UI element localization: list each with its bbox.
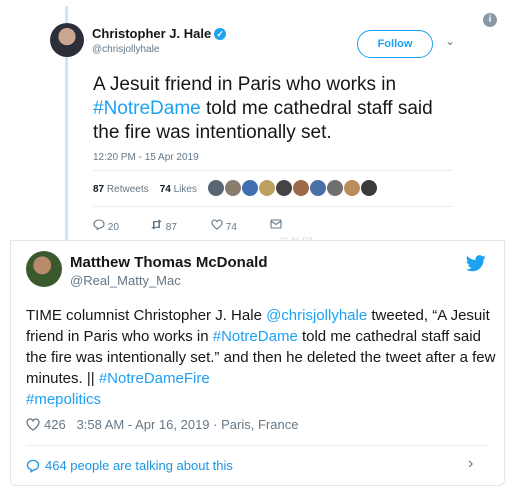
hashtag-link[interactable]: #NotreDame (213, 328, 298, 345)
avatar[interactable] (208, 180, 224, 196)
envelope-icon (270, 219, 282, 229)
divider (26, 445, 489, 446)
tweet-card: Matthew Thomas McDonald @Real_Matty_Mac … (10, 240, 505, 486)
talking-link[interactable]: 464 people are talking about this (26, 458, 233, 473)
tweet-stats: 87 Retweets 74 Likes (93, 184, 197, 195)
verified-badge-icon: ✓ (214, 28, 227, 40)
avatar[interactable] (344, 180, 360, 196)
avatar[interactable] (242, 180, 258, 196)
twitter-bird-icon[interactable] (466, 255, 486, 272)
tweet-meta: 426 3:58 AM - Apr 16, 2019 · Paris, Fran… (26, 417, 298, 432)
chevron-down-icon[interactable]: ⌄ (445, 34, 455, 48)
reply-icon (93, 219, 105, 231)
avatar[interactable] (259, 180, 275, 196)
follow-button[interactable]: Follow (357, 30, 433, 58)
avatar[interactable] (276, 180, 292, 196)
author-handle[interactable]: @chrisjollyhale (92, 44, 159, 55)
mention-link[interactable]: @chrisjollyhale (266, 307, 367, 324)
divider (93, 206, 453, 207)
retweet-button[interactable]: 87 (150, 219, 177, 233)
divider (93, 170, 453, 171)
message-button[interactable] (270, 219, 282, 232)
reply-button[interactable]: 20 (93, 219, 119, 233)
liker-avatars (208, 180, 378, 200)
retweets-label[interactable]: Retweets (107, 184, 149, 195)
avatar[interactable] (310, 180, 326, 196)
tweet-date[interactable]: 12:20 PM - 15 Apr 2019 (93, 152, 199, 163)
avatar[interactable] (361, 180, 377, 196)
chat-bubble-icon (26, 459, 40, 473)
retweet-icon (151, 219, 162, 230)
avatar[interactable] (26, 251, 62, 287)
likes-count[interactable]: 74 (160, 184, 171, 195)
like-button[interactable]: 74 (211, 219, 237, 233)
hashtag-link[interactable]: #NotreDame (93, 98, 201, 119)
avatar[interactable] (293, 180, 309, 196)
hashtag-link[interactable]: #mepolitics (26, 391, 101, 408)
tweet-text: A Jesuit friend in Paris who works in #N… (93, 74, 433, 143)
heart-icon (211, 219, 223, 230)
avatar[interactable] (225, 180, 241, 196)
embedded-tweet-header: Christopher J. Hale ✓ @chrisjollyhale (50, 23, 508, 63)
separator: · (213, 417, 218, 432)
author-name[interactable]: Matthew Thomas McDonald (70, 254, 268, 271)
heart-icon (26, 418, 40, 431)
avatar[interactable] (50, 23, 84, 57)
retweets-count[interactable]: 87 (93, 184, 104, 195)
tweet-location[interactable]: Paris, France (221, 417, 298, 432)
hashtag-link[interactable]: #NotreDameFire (99, 370, 210, 387)
like-button[interactable]: 426 (26, 417, 69, 432)
chevron-right-icon[interactable]: › (468, 455, 473, 473)
author-name[interactable]: Christopher J. Hale ✓ (92, 26, 227, 41)
tweet-timestamp[interactable]: 3:58 AM - Apr 16, 2019 (77, 417, 210, 432)
avatar[interactable] (327, 180, 343, 196)
author-handle[interactable]: @Real_Matty_Mac (70, 273, 181, 288)
tweet-text: TIME columnist Christopher J. Hale @chri… (26, 307, 496, 408)
likes-label[interactable]: Likes (174, 184, 197, 195)
